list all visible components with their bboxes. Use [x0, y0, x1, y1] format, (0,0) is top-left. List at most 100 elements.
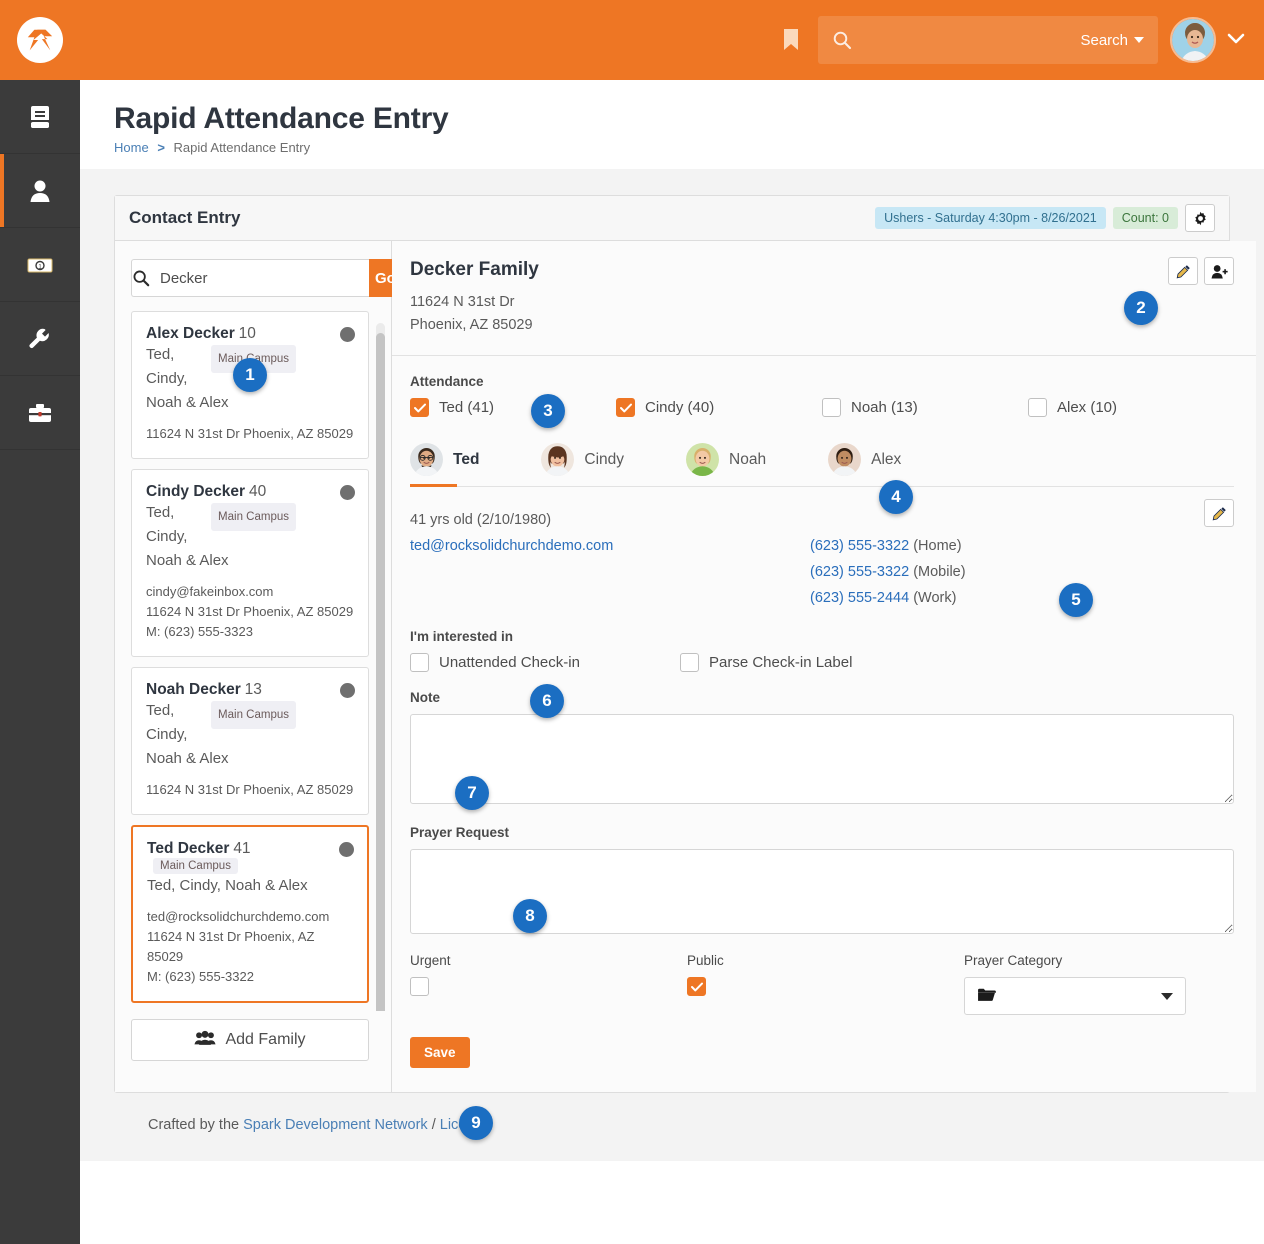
- sidebar-item-tools[interactable]: [0, 302, 80, 376]
- phone-number-link[interactable]: (623) 555-3322: [810, 564, 909, 580]
- breadcrumb-separator: >: [157, 140, 165, 155]
- person-card-age: 13: [244, 681, 262, 698]
- callout-badge-8: 8: [513, 899, 547, 933]
- prayer-category-select[interactable]: [964, 977, 1186, 1015]
- person-card-detail: 11624 N 31st Dr Phoenix, AZ 85029: [146, 782, 354, 797]
- global-search-box[interactable]: Search: [818, 16, 1158, 64]
- campus-badge: Main Campus: [211, 701, 296, 729]
- search-icon: [133, 270, 150, 287]
- attendance-checkbox-item[interactable]: Ted (41): [410, 398, 616, 417]
- spark-link[interactable]: Spark Development Network: [243, 1117, 428, 1133]
- person-tab-cindy[interactable]: Cindy: [541, 439, 624, 486]
- logo-circle-icon: [17, 17, 63, 63]
- avatar[interactable]: [1170, 17, 1216, 63]
- edit-family-button[interactable]: [1168, 257, 1198, 285]
- admin-icon: [29, 403, 51, 422]
- callout-badge-2: 2: [1124, 291, 1158, 325]
- chevron-down-icon[interactable]: [1134, 37, 1144, 43]
- person-card-detail: 11624 N 31st Dr Phoenix, AZ 85029: [146, 426, 354, 441]
- avatar: [410, 443, 443, 476]
- people-list-scroll[interactable]: Alex Decker 10 Main Campus Ted, Cindy, N…: [115, 311, 391, 1011]
- phone-number-link[interactable]: (623) 555-2444: [810, 590, 909, 606]
- footer-divider: /: [427, 1117, 440, 1133]
- attendance-checkbox-item[interactable]: Noah (13): [822, 398, 1028, 417]
- person-card[interactable]: Ted Decker 41 Main Campus Ted, Cindy, No…: [131, 825, 369, 1003]
- prayer-category-label: Prayer Category: [964, 953, 1063, 968]
- avatar: [828, 443, 862, 476]
- pencil-icon: [1212, 506, 1226, 520]
- breadcrumb-home-link[interactable]: Home: [114, 140, 149, 155]
- edit-person-button[interactable]: [1204, 499, 1234, 527]
- family-actions: [1168, 257, 1234, 285]
- user-menu-chevron-icon[interactable]: [1226, 32, 1246, 49]
- search-input[interactable]: [150, 259, 369, 297]
- attendance-checkbox[interactable]: [1028, 398, 1047, 417]
- attendance-checkbox-label: Noah (13): [851, 399, 918, 416]
- phone-line: (623) 555-3322 (Mobile): [810, 559, 966, 585]
- public-checkbox[interactable]: [687, 977, 706, 996]
- phone-line: (623) 555-2444 (Work): [810, 585, 966, 611]
- person-card-family: Main Campus Ted, Cindy, Noah & Alex: [146, 343, 296, 415]
- sidebar-item-people[interactable]: [0, 154, 80, 228]
- person-card[interactable]: Cindy Decker 40 Main Campus Ted, Cindy, …: [131, 469, 369, 657]
- attendance-checkbox[interactable]: [410, 398, 429, 417]
- person-card-name: Alex Decker: [146, 325, 235, 342]
- campus-badge: Main Campus: [153, 858, 238, 874]
- attendance-checkbox[interactable]: [616, 398, 635, 417]
- rock-logo[interactable]: [0, 0, 80, 80]
- interested-checkbox[interactable]: [410, 653, 429, 672]
- footer-prefix: Crafted by the: [148, 1117, 244, 1133]
- interested-checkbox[interactable]: [680, 653, 699, 672]
- person-card-name-row: Alex Decker 10: [146, 325, 354, 343]
- prayer-category-col: Prayer Category: [964, 953, 1194, 1015]
- note-textarea[interactable]: [410, 714, 1234, 804]
- urgent-col: Urgent: [410, 953, 687, 1015]
- list-scrollbar-track[interactable]: [376, 323, 385, 1011]
- sidebar-item-admin[interactable]: [0, 376, 80, 450]
- footer: Crafted by the Spark Development Network…: [114, 1093, 1230, 1161]
- interested-checkbox-row: Unattended Check-in Parse Check-in Label: [410, 653, 1234, 672]
- list-scrollbar-thumb[interactable]: [376, 333, 385, 1011]
- person-card-name-row: Noah Decker 13: [146, 681, 354, 699]
- settings-button[interactable]: [1185, 204, 1215, 232]
- phone-number-link[interactable]: (623) 555-3322: [810, 538, 909, 554]
- save-button[interactable]: Save: [410, 1037, 470, 1068]
- sidebar-item-finance[interactable]: 1: [0, 228, 80, 302]
- person-card-family: Main Campus Ted, Cindy, Noah & Alex: [146, 699, 296, 771]
- callout-badge-7: 7: [455, 776, 489, 810]
- add-person-button[interactable]: [1204, 257, 1234, 285]
- interested-checkbox-item[interactable]: Unattended Check-in: [410, 653, 680, 672]
- sidebar-item-cms[interactable]: [0, 80, 80, 154]
- phone-line: (623) 555-3322 (Home): [810, 533, 966, 559]
- phone-type: (Mobile): [913, 564, 966, 580]
- attendance-checkbox-item[interactable]: Alex (10): [1028, 398, 1234, 417]
- detail-column: Decker Family 11624 N 31st Dr Phoenix, A…: [392, 241, 1256, 1092]
- person-tab-ted[interactable]: Ted: [410, 439, 480, 487]
- urgent-checkbox[interactable]: [410, 977, 429, 996]
- person-card[interactable]: Noah Decker 13 Main Campus Ted, Cindy, N…: [131, 667, 369, 815]
- person-tab-noah[interactable]: Noah: [686, 439, 766, 486]
- person-email-link[interactable]: ted@rocksolidchurchdemo.com: [410, 538, 613, 554]
- person-info-left: 41 yrs old (2/10/1980) ted@rocksolidchur…: [410, 507, 810, 611]
- attendance-checkbox[interactable]: [822, 398, 841, 417]
- attendance-checkbox-item[interactable]: Cindy (40): [616, 398, 822, 417]
- breadcrumb-current: Rapid Attendance Entry: [173, 140, 311, 155]
- gear-icon: [1194, 211, 1206, 225]
- prayer-request-label: Prayer Request: [410, 825, 510, 840]
- occurrence-badge: Ushers - Saturday 4:30pm - 8/26/2021: [875, 207, 1106, 229]
- bookmark-icon[interactable]: [774, 20, 808, 60]
- search-dropdown-label[interactable]: Search: [1080, 32, 1128, 49]
- global-search-input[interactable]: [852, 31, 1081, 49]
- tools-icon: [29, 328, 49, 348]
- add-family-button[interactable]: Add Family: [131, 1019, 369, 1061]
- person-tab-alex[interactable]: Alex: [828, 439, 901, 486]
- interested-checkbox-label: Unattended Check-in: [439, 654, 580, 671]
- callout-badge-5: 5: [1059, 583, 1093, 617]
- person-tab-label: Ted: [453, 450, 480, 468]
- callout-badge-4: 4: [879, 480, 913, 514]
- rock-r-icon: [27, 29, 53, 51]
- people-list: Alex Decker 10 Main Campus Ted, Cindy, N…: [131, 311, 369, 1003]
- interested-checkbox-item[interactable]: Parse Check-in Label: [680, 653, 950, 672]
- callout-badge-9: 9: [459, 1106, 493, 1140]
- status-dot: [340, 327, 355, 342]
